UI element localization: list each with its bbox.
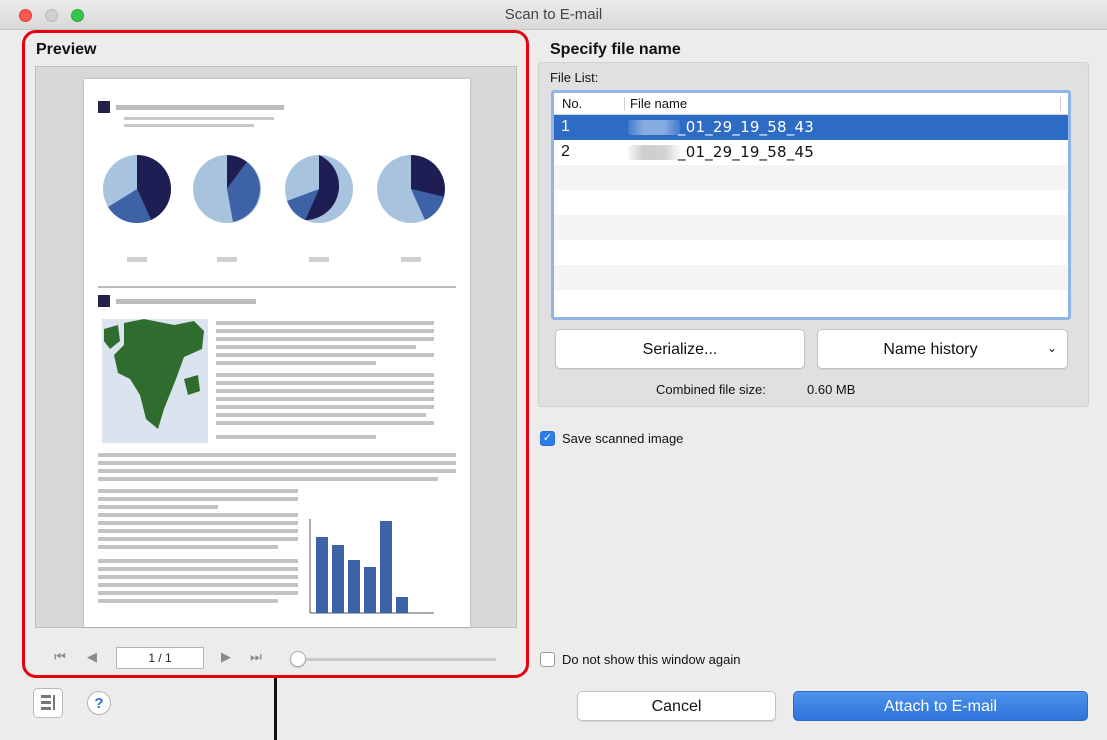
cancel-button[interactable]: Cancel xyxy=(577,691,776,721)
attach-button-label: Attach to E-mail xyxy=(884,698,997,715)
serialize-button-label: Serialize... xyxy=(642,341,718,358)
preview-title: Preview xyxy=(36,41,97,58)
list-view-icon xyxy=(41,695,55,710)
file-number: 1 xyxy=(561,118,570,135)
empty-row xyxy=(554,290,1068,315)
title-bar: Scan to E-mail xyxy=(0,0,1107,30)
preview-area xyxy=(35,66,517,628)
empty-row xyxy=(554,265,1068,290)
combined-file-size-label: Combined file size: xyxy=(656,382,766,397)
file-list-label: File List: xyxy=(550,70,599,85)
column-header-no[interactable]: No. xyxy=(562,96,582,111)
specify-file-name-title: Specify file name xyxy=(550,41,681,58)
redacted-prefix xyxy=(628,145,680,160)
last-page-icon[interactable]: ⏭ xyxy=(246,649,266,665)
column-header-file-name[interactable]: File name xyxy=(630,96,687,111)
next-page-icon[interactable]: ▶ xyxy=(216,649,236,665)
scanned-page-image xyxy=(84,79,470,627)
callout-leader-line xyxy=(274,678,277,740)
cancel-button-label: Cancel xyxy=(651,698,702,715)
file-list-row-2[interactable]: 2 _01_29_19_58_45 xyxy=(554,140,1068,165)
chevron-down-icon: ⌄ xyxy=(1046,341,1057,355)
empty-row xyxy=(554,190,1068,215)
redacted-prefix xyxy=(628,120,680,135)
attach-to-email-button[interactable]: Attach to E-mail xyxy=(793,691,1088,721)
do-not-show-again-label: Do not show this window again xyxy=(562,652,741,667)
file-name-panel: File List: No. File name 1 _01_29_19_58_… xyxy=(538,62,1089,407)
empty-row xyxy=(554,215,1068,240)
file-name: _01_29_19_58_43 xyxy=(678,118,814,136)
file-number: 2 xyxy=(561,143,570,160)
file-list-row-1[interactable]: 1 _01_29_19_58_43 xyxy=(554,115,1068,140)
list-view-button[interactable] xyxy=(33,688,63,718)
empty-row xyxy=(554,165,1068,190)
file-list-header: No. File name xyxy=(554,93,1068,115)
checkmark-icon: ✓ xyxy=(542,432,553,444)
file-name: _01_29_19_58_45 xyxy=(678,143,814,161)
zoom-slider-track[interactable] xyxy=(298,658,496,661)
name-history-label: Name history xyxy=(883,341,978,358)
do-not-show-again-checkbox[interactable] xyxy=(540,652,555,667)
save-scanned-image-label: Save scanned image xyxy=(562,431,684,446)
first-page-icon[interactable]: ⏮ xyxy=(50,649,70,665)
save-scanned-image-checkbox[interactable]: ✓ xyxy=(540,431,555,446)
combined-file-size-value: 0.60 MB xyxy=(807,382,856,397)
page-number-field[interactable] xyxy=(116,647,204,669)
window-title: Scan to E-mail xyxy=(504,6,603,23)
name-history-dropdown[interactable]: Name history ⌄ xyxy=(817,329,1068,369)
help-button[interactable]: ? xyxy=(87,691,111,715)
column-separator xyxy=(624,97,625,111)
zoom-slider-thumb[interactable] xyxy=(290,651,306,667)
serialize-button[interactable]: Serialize... xyxy=(555,329,805,369)
empty-row xyxy=(554,240,1068,265)
column-separator xyxy=(1060,97,1061,111)
page-navigation: ⏮ ◀ ▶ ⏭ xyxy=(36,647,516,673)
previous-page-icon[interactable]: ◀ xyxy=(82,649,102,665)
file-list[interactable]: No. File name 1 _01_29_19_58_43 2 _01_29… xyxy=(551,90,1071,320)
